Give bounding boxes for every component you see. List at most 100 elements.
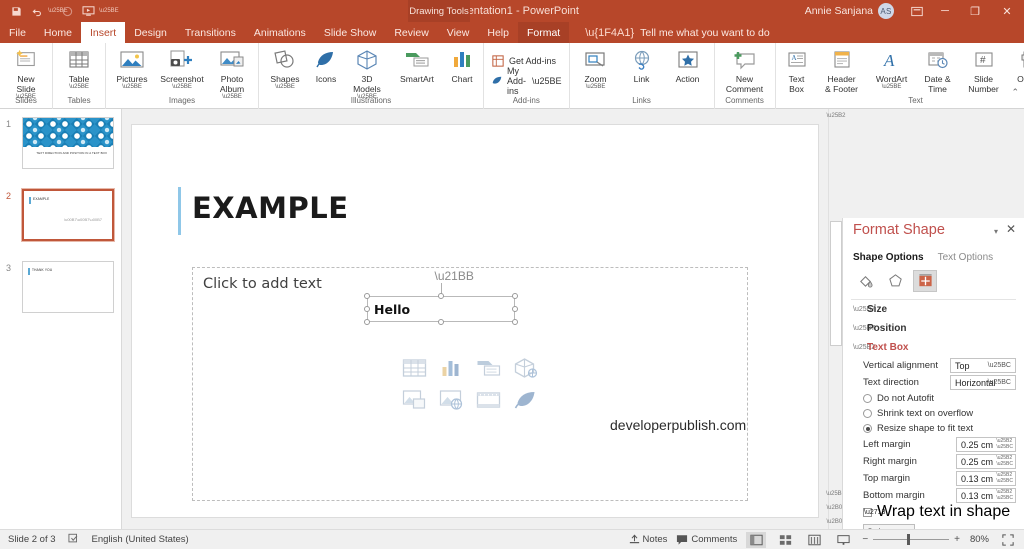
chevron-down-icon[interactable]: \u25BE <box>69 84 89 91</box>
format-pane-close-icon[interactable]: ✕ <box>1006 222 1016 236</box>
slide-title-text[interactable]: EXAMPLE <box>192 191 349 225</box>
start-from-beginning-icon[interactable] <box>78 2 98 21</box>
fit-slide-to-window-button[interactable] <box>998 532 1018 548</box>
tab-slide-show[interactable]: Slide Show <box>315 22 386 43</box>
chart-button[interactable]: Chart <box>444 45 480 84</box>
resize-handle-top-left[interactable] <box>364 293 370 299</box>
slide-sorter-view-button[interactable] <box>775 532 795 548</box>
insert-chart-icon[interactable] <box>440 358 464 378</box>
size-and-properties-icon[interactable] <box>913 270 937 292</box>
tab-shape-options[interactable]: Shape Options <box>853 252 924 263</box>
tab-transitions[interactable]: Transitions <box>176 22 245 43</box>
insert-video-icon[interactable] <box>476 390 501 410</box>
customize-quick-access-toolbar-icon[interactable]: \u25BE <box>99 8 119 14</box>
scrollbar-thumb[interactable] <box>830 221 842 346</box>
shapes-button[interactable]: Shapes \u25BE <box>262 45 308 91</box>
wrap-text-checkbox[interactable]: \u2713 <box>863 507 885 517</box>
tab-animations[interactable]: Animations <box>245 22 315 43</box>
chevron-down-icon[interactable]: \u25BE <box>122 84 142 91</box>
bottom-margin-input[interactable]: 0.13 cm \u25B2 \u25BC <box>956 488 1016 503</box>
slide-thumbnail-2[interactable]: EXAMPLE \u00B7\u00B7\u00B7 <box>21 188 115 242</box>
save-icon[interactable] <box>6 2 26 21</box>
smartart-button[interactable]: SmartArt <box>390 45 444 84</box>
minimize-button[interactable]: ─ <box>930 0 960 22</box>
section-text-box[interactable]: \u25E2 Text Box <box>843 338 1024 357</box>
language-indicator[interactable]: English (United States) <box>92 534 189 545</box>
tab-home[interactable]: Home <box>35 22 81 43</box>
top-margin-stepper[interactable]: \u25B2 \u25BC <box>996 472 1013 485</box>
text-direction-select[interactable]: Horizontal \u25BC <box>950 375 1016 390</box>
insert-smartart-icon[interactable] <box>477 358 501 378</box>
zoom-slider-knob[interactable] <box>907 534 911 545</box>
selected-text-box-text[interactable]: Hello <box>374 302 410 317</box>
zoom-in-button[interactable]: + <box>954 534 960 545</box>
resize-handle-bottom-left[interactable] <box>364 319 370 325</box>
canvas-vertical-scrollbar[interactable]: \u25B2 \u25BC \u2B06 \u2B07 <box>826 109 846 529</box>
chevron-down-icon[interactable]: \u25BE <box>882 84 902 91</box>
tab-insert[interactable]: Insert <box>80 22 126 43</box>
scroll-up-icon[interactable]: \u25B2 <box>826 109 845 123</box>
wordart-button[interactable]: A WordArt \u25BE <box>869 45 915 91</box>
right-margin-stepper[interactable]: \u25B2 \u25BC <box>996 455 1013 468</box>
link-button[interactable]: Link <box>619 45 665 84</box>
chevron-down-icon[interactable]: \u25BE <box>275 84 295 91</box>
resize-handle-bottom-right[interactable] <box>512 319 518 325</box>
tab-file[interactable]: File <box>0 22 35 43</box>
my-addins-button[interactable]: My Add-ins \u25BE <box>491 66 562 96</box>
resize-handle-middle-left[interactable] <box>364 306 370 312</box>
slide-thumbnails-pane[interactable]: 1 TEXT DIRECTION AND POSITION IN A TEXT … <box>0 109 122 529</box>
tab-design[interactable]: Design <box>125 22 176 43</box>
slide-thumbnail-3[interactable]: THANK YOU <box>22 261 114 313</box>
restore-button[interactable]: ❐ <box>960 0 990 22</box>
tell-me-search[interactable]: \u{1F4A1} Tell me what you want to do <box>569 22 770 43</box>
screenshot-button[interactable]: Screenshot \u25BE <box>155 45 209 91</box>
3d-models-button[interactable]: 3D Models \u25BE <box>344 45 390 101</box>
table-button[interactable]: Table \u25BE <box>56 45 102 91</box>
top-margin-input[interactable]: 0.13 cm \u25B2 \u25BC <box>956 471 1016 486</box>
zoom-slider[interactable] <box>873 534 950 545</box>
slide-indicator[interactable]: Slide 2 of 3 <box>8 534 56 545</box>
autofit-option-do-not-autofit[interactable]: Do not Autofit <box>843 391 1024 406</box>
tab-format[interactable]: Format <box>517 22 570 43</box>
chevron-down-icon[interactable]: \u25BE <box>532 76 562 86</box>
next-slide-icon[interactable]: \u2B07 <box>826 515 845 529</box>
tab-help[interactable]: Help <box>478 22 518 43</box>
text-box-button[interactable]: A Text Box <box>779 45 815 94</box>
left-margin-input[interactable]: 0.25 cm \u25B2 \u25BC <box>956 437 1016 452</box>
comments-button[interactable]: Comments <box>676 534 737 545</box>
selected-text-box[interactable]: Hello \u21BB <box>364 270 518 325</box>
radio-resize-shape-to-fit-text[interactable] <box>863 424 872 433</box>
zoom-button[interactable]: Zoom \u25BE <box>573 45 619 91</box>
redo-icon[interactable] <box>57 2 77 21</box>
insert-icons-icon[interactable] <box>514 390 538 410</box>
notes-button[interactable]: Notes <box>629 534 667 545</box>
normal-view-button[interactable] <box>746 531 767 548</box>
accessibility-checker-icon[interactable] <box>68 531 80 549</box>
zoom-level[interactable]: 80% <box>965 534 989 545</box>
ribbon-display-options-icon[interactable] <box>904 0 930 22</box>
scroll-down-icon[interactable]: \u25BC <box>826 487 846 501</box>
slide-editor[interactable]: EXAMPLE Click to add text developerpubli… <box>132 125 818 517</box>
tab-review[interactable]: Review <box>385 22 437 43</box>
resize-handle-bottom-center[interactable] <box>438 319 444 325</box>
undo-icon[interactable] <box>27 2 47 21</box>
insert-picture-icon[interactable] <box>402 390 427 410</box>
chevron-down-icon[interactable]: \u25BE <box>172 84 192 91</box>
undo-dropdown-icon[interactable]: \u25BE <box>48 8 68 14</box>
rotate-handle-icon[interactable]: \u21BB <box>435 270 474 283</box>
zoom-out-button[interactable]: − <box>862 534 868 545</box>
wrap-text-in-shape-row[interactable]: \u2713 Wrap text in shape <box>843 503 1024 520</box>
resize-handle-top-right[interactable] <box>512 293 518 299</box>
vertical-alignment-select[interactable]: Top \u25BC <box>950 358 1016 373</box>
section-size[interactable]: \u25B7 Size <box>843 300 1024 319</box>
resize-handle-middle-right[interactable] <box>512 306 518 312</box>
slide-show-view-button[interactable] <box>833 532 853 548</box>
action-button[interactable]: Action <box>665 45 711 84</box>
tab-text-options[interactable]: Text Options <box>938 252 994 263</box>
radio-shrink-text-on-overflow[interactable] <box>863 409 872 418</box>
photo-album-button[interactable]: Photo Album \u25BE <box>209 45 255 101</box>
resize-handle-top-center[interactable] <box>438 293 444 299</box>
insert-online-picture-icon[interactable] <box>439 390 464 410</box>
insert-3d-model-icon[interactable] <box>514 358 538 378</box>
tab-view[interactable]: View <box>438 22 479 43</box>
